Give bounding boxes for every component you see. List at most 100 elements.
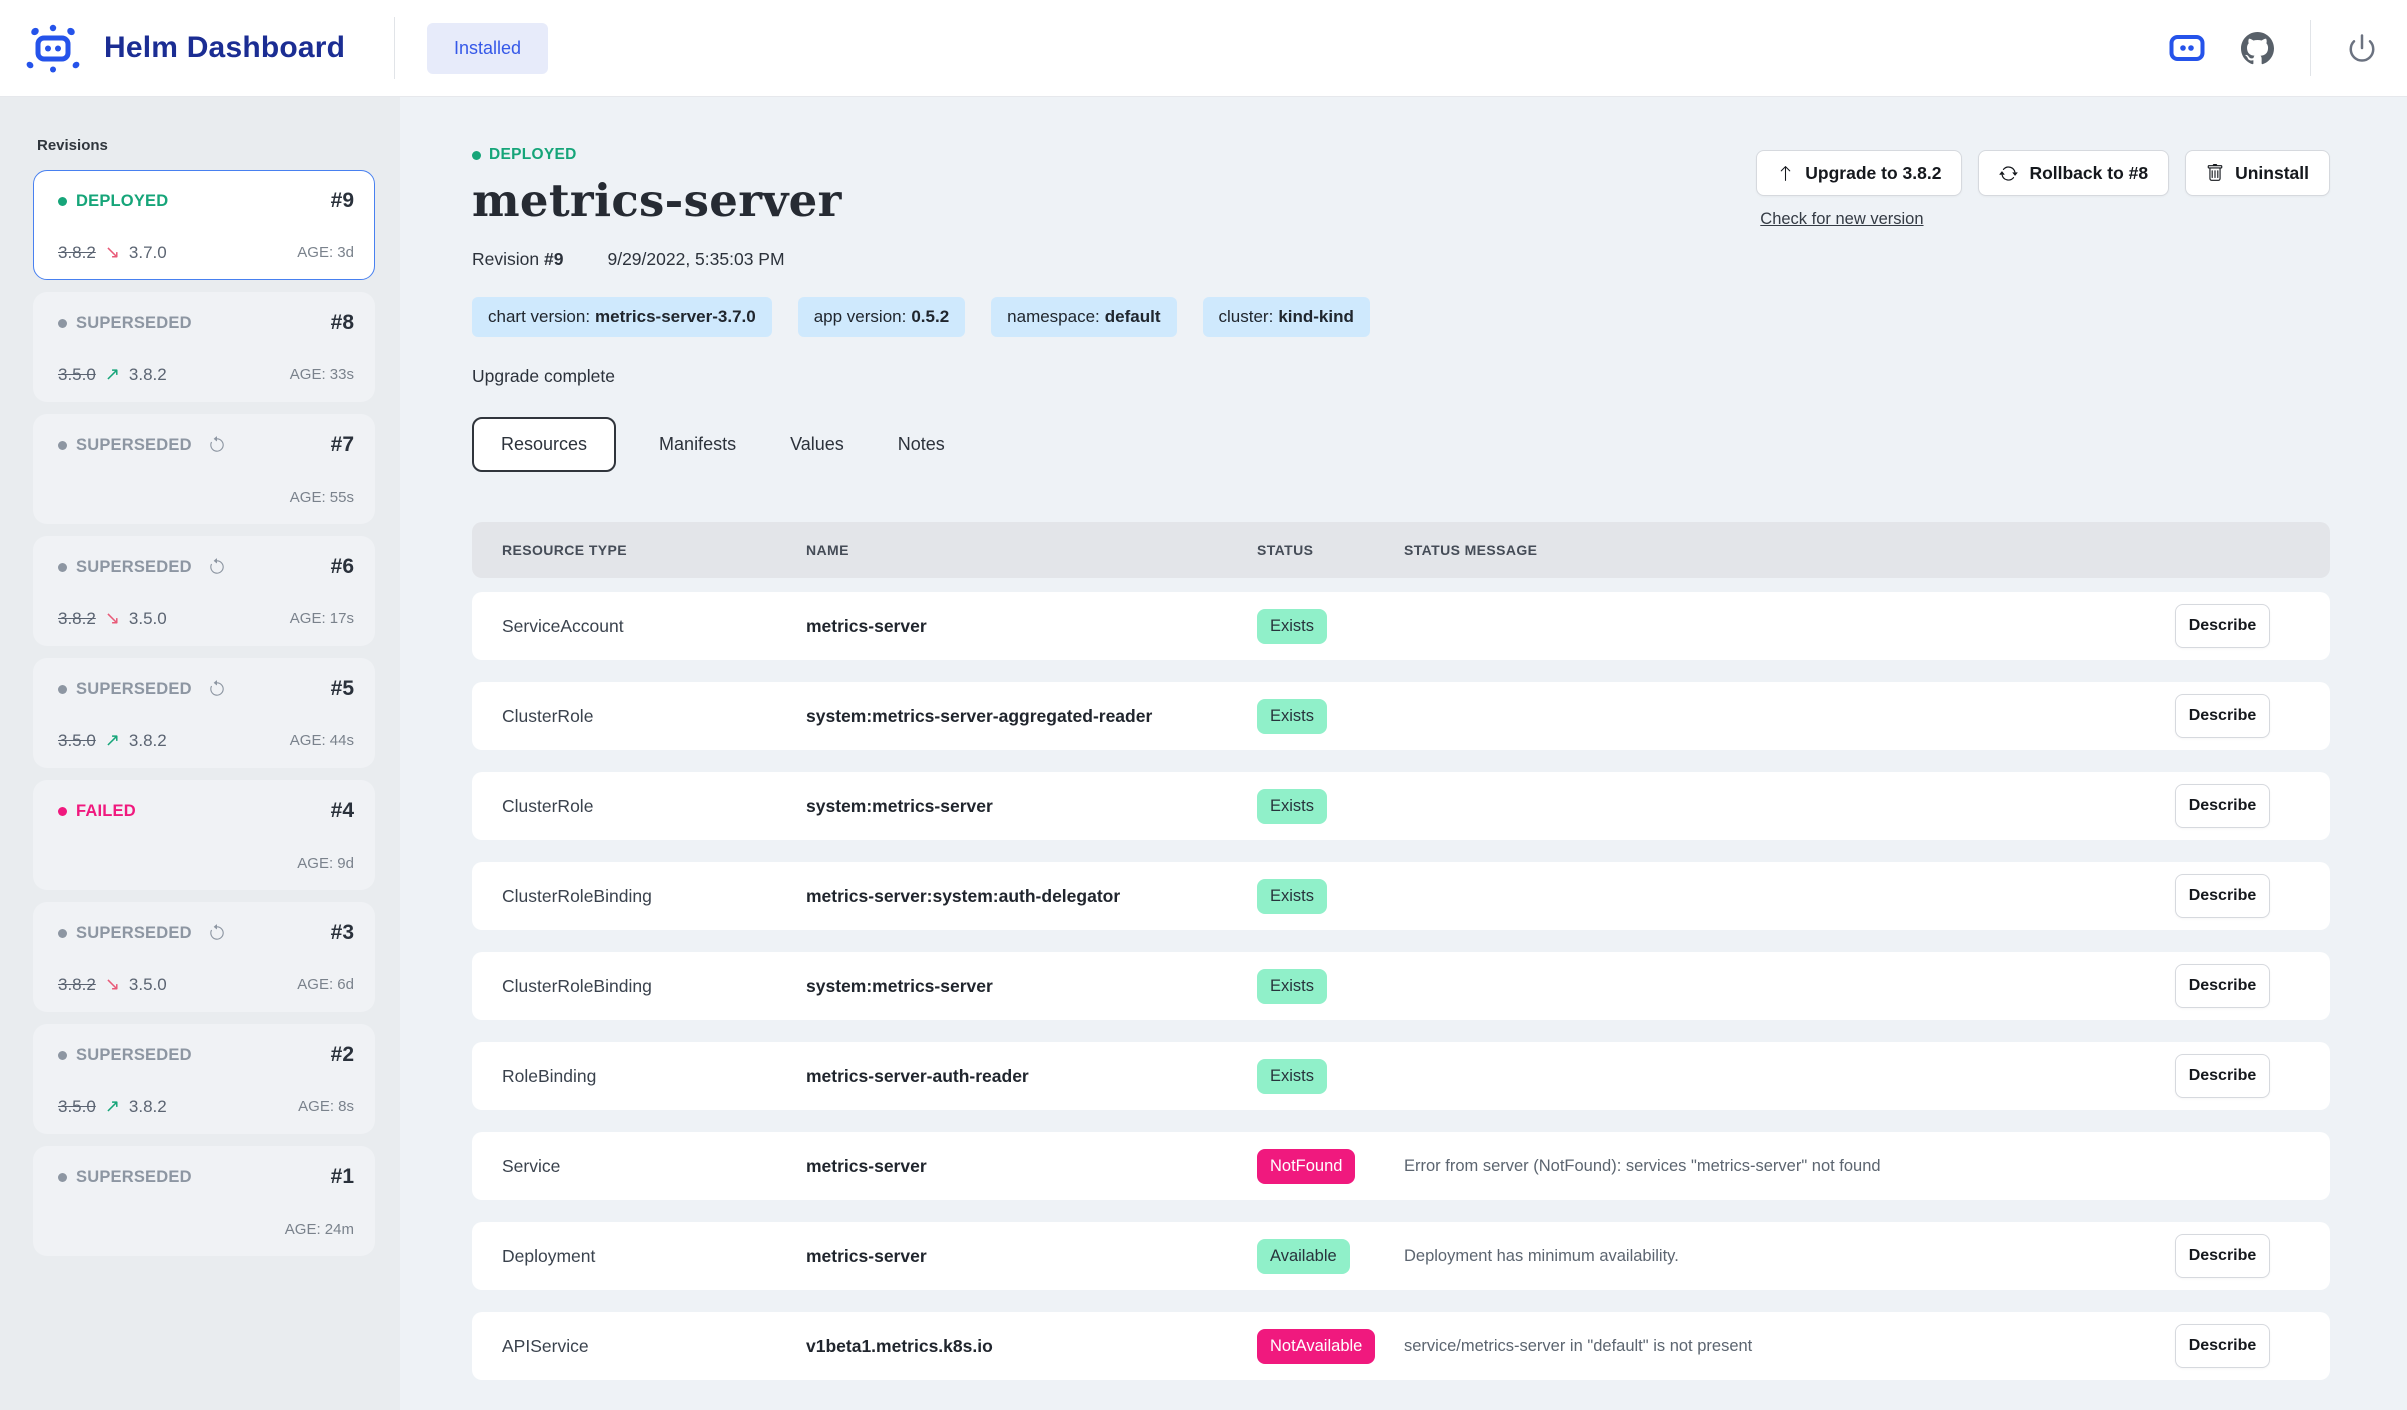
resource-name-cell: system:metrics-server [806,976,1257,997]
revision-number: #1 [331,1165,354,1189]
revision-version-change: 3.8.2 ↘ 3.5.0 [58,974,167,995]
github-icon[interactable] [2241,32,2274,65]
resource-status-cell: Exists [1257,699,1404,734]
rollback-icon [208,924,226,942]
describe-button[interactable]: Describe [2175,964,2270,1008]
old-version: 3.8.2 [58,243,96,263]
revision-card[interactable]: SUPERSEDED #5 3.5.0 ↗ 3.8.2 AGE: 44s [33,658,375,768]
upgrade-button[interactable]: Upgrade to 3.8.2 [1756,150,1962,196]
trash-icon [2206,164,2224,182]
brand[interactable]: Helm Dashboard [22,23,394,73]
revision-card-top: DEPLOYED #9 [58,189,354,213]
status-dot-icon [58,319,67,328]
new-version: 3.8.2 [129,1097,167,1117]
old-version: 3.5.0 [58,1097,96,1117]
resource-type-cell: ClusterRoleBinding [502,976,806,997]
describe-button[interactable]: Describe [2175,604,2270,648]
new-version: 3.7.0 [129,243,167,263]
revision-card-top: SUPERSEDED #1 [58,1165,354,1189]
resource-type-cell: ServiceAccount [502,616,806,637]
status-dot-icon [58,197,67,206]
uninstall-button[interactable]: Uninstall [2185,150,2330,196]
version-change-arrow-icon: ↘ [105,242,120,263]
tab[interactable]: Values [763,434,871,455]
status-badge: NotFound [1257,1149,1355,1184]
status-badge: Exists [1257,879,1327,914]
revision-age: AGE: 8s [298,1098,354,1115]
revision-card-bottom: 3.8.2 ↘ 3.7.0 AGE: 3d [58,242,354,263]
col-resource-type: RESOURCE TYPE [502,542,806,558]
status-dot-icon [58,563,67,572]
version-change-arrow-icon: ↘ [105,974,120,995]
revision-status-label: SUPERSEDED [76,436,192,455]
resource-status-cell: Exists [1257,609,1404,644]
status-dot-icon [58,807,67,816]
revision-status-label: DEPLOYED [76,192,168,211]
describe-button[interactable]: Describe [2175,694,2270,738]
revision-card[interactable]: SUPERSEDED #2 3.5.0 ↗ 3.8.2 AGE: 8s [33,1024,375,1134]
revision-card-bottom: AGE: 24m [58,1219,354,1239]
revision-card[interactable]: FAILED #4 AGE: 9d [33,780,375,890]
status-badge: Exists [1257,789,1327,824]
version-change-arrow-icon: ↘ [105,608,120,629]
status-dot-icon [58,1051,67,1060]
robot-icon[interactable] [2169,34,2205,62]
revision-card-top: SUPERSEDED #5 [58,677,354,701]
page-title: metrics-server [472,174,842,227]
table-rows: ServiceAccount metrics-server Exists Des… [472,592,2330,1380]
app-title: Helm Dashboard [104,31,345,65]
resources-table: RESOURCE TYPE NAME STATUS STATUS MESSAGE… [472,522,2330,1380]
power-icon[interactable] [2347,33,2377,63]
old-version: 3.5.0 [58,731,96,751]
revision-number: #3 [331,921,354,945]
revision-card-bottom: AGE: 9d [58,853,354,873]
resource-type-cell: APIService [502,1336,806,1357]
table-header: RESOURCE TYPE NAME STATUS STATUS MESSAGE [472,522,2330,578]
describe-button[interactable]: Describe [2175,784,2270,828]
tab[interactable]: Notes [871,434,972,455]
revisions-list: DEPLOYED #9 3.8.2 ↘ 3.7.0 AGE: 3d SUPERS… [33,170,375,1256]
revision-status: FAILED [58,802,136,821]
release-status: DEPLOYED [472,146,842,164]
tab[interactable]: Resources [472,417,616,472]
resource-table-row: ClusterRoleBinding metrics-server:system… [472,862,2330,930]
rollback-button[interactable]: Rollback to #8 [1978,150,2169,196]
revision-card[interactable]: SUPERSEDED #6 3.8.2 ↘ 3.5.0 AGE: 17s [33,536,375,646]
revision-card-bottom: 3.5.0 ↗ 3.8.2 AGE: 44s [58,730,354,751]
revision-card[interactable]: SUPERSEDED #3 3.8.2 ↘ 3.5.0 AGE: 6d [33,902,375,1012]
resource-name-cell: system:metrics-server-aggregated-reader [806,706,1257,727]
describe-button[interactable]: Describe [2175,874,2270,918]
revision-version-change: 3.8.2 ↘ 3.7.0 [58,242,167,263]
describe-button[interactable]: Describe [2175,1324,2270,1368]
revision-number: #8 [331,311,354,335]
resource-type-cell: ClusterRole [502,706,806,727]
describe-button[interactable]: Describe [2175,1054,2270,1098]
revision-age: AGE: 3d [297,244,354,261]
resource-table-row: ServiceAccount metrics-server Exists Des… [472,592,2330,660]
revision-card[interactable]: SUPERSEDED #7 AGE: 55s [33,414,375,524]
revision-version-change: 3.5.0 ↗ 3.8.2 [58,730,167,751]
describe-button[interactable]: Describe [2175,1234,2270,1278]
revision-status: SUPERSEDED [58,680,226,699]
resource-status-cell: Exists [1257,789,1404,824]
revision-number: #4 [331,799,354,823]
revision-card[interactable]: SUPERSEDED #1 AGE: 24m [33,1146,375,1256]
revision-card[interactable]: SUPERSEDED #8 3.5.0 ↗ 3.8.2 AGE: 33s [33,292,375,402]
tab[interactable]: Manifests [632,434,763,455]
resource-table-row: ClusterRole system:metrics-server Exists… [472,772,2330,840]
revision-card-bottom: AGE: 55s [58,487,354,507]
status-badge: NotAvailable [1257,1329,1375,1364]
resource-type-cell: ClusterRole [502,796,806,817]
revision-card[interactable]: DEPLOYED #9 3.8.2 ↘ 3.7.0 AGE: 3d [33,170,375,280]
revision-version-change: 3.5.0 ↗ 3.8.2 [58,1096,167,1117]
rollback-icon [208,558,226,576]
col-status: STATUS [1257,542,1404,558]
resource-status-cell: NotAvailable [1257,1329,1404,1364]
revision-age: AGE: 24m [285,1221,354,1238]
resource-table-row: Deployment metrics-server Available Depl… [472,1222,2330,1290]
check-new-version-link[interactable]: Check for new version [1760,210,1923,229]
nav-tab-installed[interactable]: Installed [427,23,548,74]
old-version: 3.8.2 [58,609,96,629]
revisions-sidebar: Revisions DEPLOYED #9 3.8.2 ↘ 3.7.0 AGE:… [0,97,400,1410]
revision-status: DEPLOYED [58,192,168,211]
